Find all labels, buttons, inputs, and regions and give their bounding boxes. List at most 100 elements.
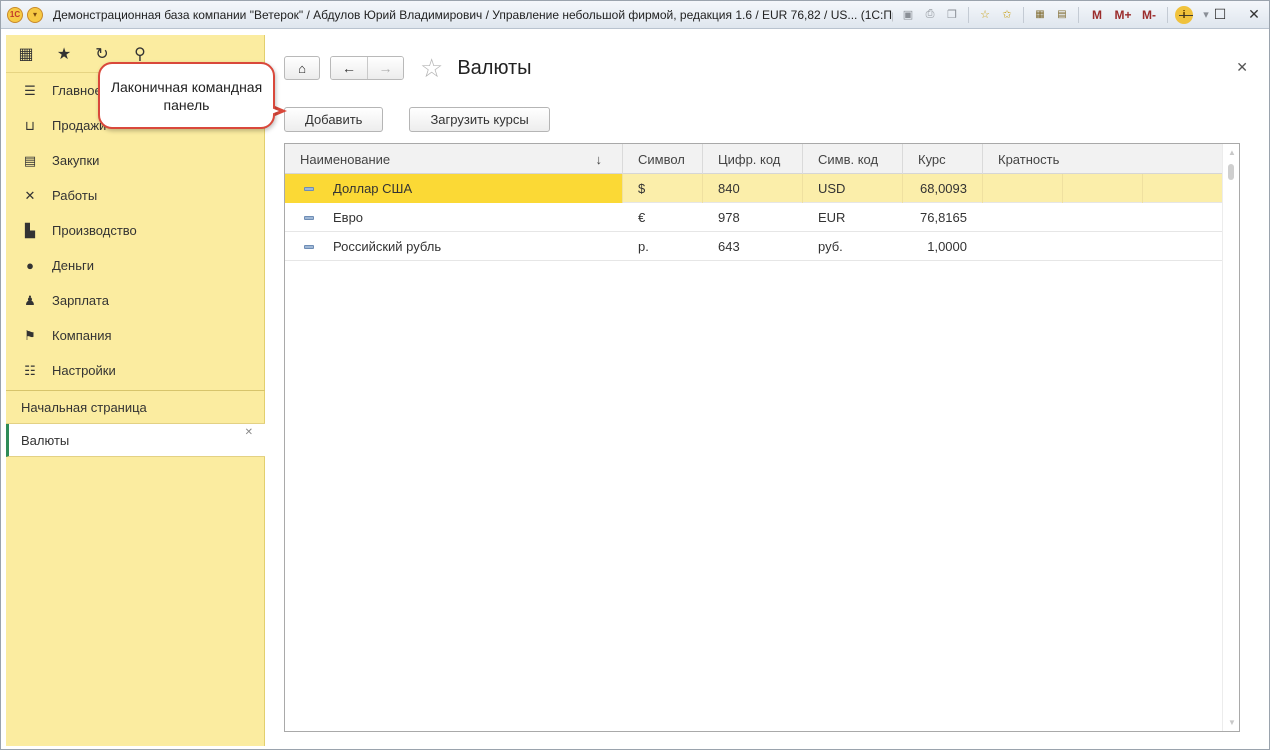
favorites-icon[interactable]: ✩ xyxy=(998,6,1016,24)
calculator-icon[interactable]: ▦ xyxy=(1031,6,1049,24)
close-icon[interactable]: ✕ xyxy=(245,427,253,438)
app-logo-icon[interactable]: 1C xyxy=(7,6,23,23)
scroll-down-icon[interactable]: ▼ xyxy=(1228,718,1236,727)
scroll-thumb[interactable] xyxy=(1228,164,1234,180)
table-cell-char-code: руб. xyxy=(818,239,843,254)
home-icon: ⌂ xyxy=(298,60,306,76)
table-cell-empty xyxy=(1143,174,1223,203)
table-row[interactable]: Евро € 978 EUR 76,8165 xyxy=(285,203,1223,232)
table-cell-multiplicity xyxy=(983,203,1223,232)
column-header-char-code[interactable]: Симв. код xyxy=(803,144,903,174)
favorite-star-icon[interactable]: ☆ xyxy=(420,55,443,81)
table-cell-empty xyxy=(1063,174,1143,203)
table-cell-multiplicity xyxy=(983,174,1063,203)
column-header-label: Симв. код xyxy=(818,151,879,167)
open-page-label: Начальная страница xyxy=(21,399,147,415)
app-window: 1C ▾ Демонстрационная база компании "Вет… xyxy=(0,0,1270,750)
column-header-label: Наименование xyxy=(300,151,391,167)
minimize-button[interactable]: — xyxy=(1177,5,1195,23)
memory-add-button[interactable]: M+ xyxy=(1112,6,1134,24)
table-cell-char-code: USD xyxy=(803,174,903,203)
scroll-up-icon[interactable]: ▲ xyxy=(1228,148,1236,157)
load-rates-button[interactable]: Загрузить курсы xyxy=(409,107,550,132)
preview-icon[interactable]: ❐ xyxy=(943,6,961,24)
calendar-icon[interactable]: ▤ xyxy=(1053,6,1071,24)
main-panel: ⌂ ← → ☆ Валюты ✕ Добавить Загрузить курс… xyxy=(266,35,1266,746)
table-row[interactable]: Российский рубль р. 643 руб. 1,0000 xyxy=(285,232,1223,261)
sidebar-item-money[interactable]: ● Деньги xyxy=(6,248,264,283)
print-icon[interactable]: ⎙ xyxy=(921,6,939,24)
sidebar-item-production[interactable]: ▙ Производство xyxy=(6,213,264,248)
favorites-star-icon[interactable]: ★ xyxy=(54,44,74,64)
add-favorite-icon[interactable]: ☆ xyxy=(976,6,994,24)
add-button[interactable]: Добавить xyxy=(284,107,384,132)
sidebar-item-salary[interactable]: ♟ Зарплата xyxy=(6,283,264,318)
cell-text: Российский рубль xyxy=(333,239,442,254)
column-header-symbol[interactable]: Символ xyxy=(623,144,703,174)
close-window-button[interactable]: ✕ xyxy=(1245,5,1263,23)
table-cell-name: Доллар США xyxy=(285,174,623,203)
forward-button[interactable]: → xyxy=(367,57,403,79)
sidebar-item-label: Работы xyxy=(52,188,98,203)
toolbar-divider xyxy=(1078,6,1079,23)
apps-grid-icon[interactable]: ▦ xyxy=(16,44,36,64)
back-button[interactable]: ← xyxy=(331,57,367,79)
main-menu-icon[interactable]: ▾ xyxy=(27,6,43,23)
table-header: Наименование ↓ Символ Цифр. код Симв. ко… xyxy=(285,144,1223,174)
cell-text: Евро xyxy=(333,210,364,225)
home-button[interactable]: ⌂ xyxy=(284,56,320,80)
table-cell-numeric-code: 840 xyxy=(703,174,803,203)
sidebar-item-company[interactable]: ⚑ Компания xyxy=(6,318,264,353)
table-cell-name: Российский рубль xyxy=(285,232,623,261)
toolbar-divider xyxy=(1167,6,1168,23)
table-cell-name: Евро xyxy=(285,203,623,232)
table-row[interactable]: Доллар США $ 840 USD 68,0093 xyxy=(285,174,1223,203)
column-header-name[interactable]: Наименование ↓ xyxy=(285,144,623,174)
basket-icon: ⊔ xyxy=(24,117,36,133)
title-toolbar: ▣ ⎙ ❐ ☆ ✩ ▦ ▤ M M+ M- i ▾ xyxy=(899,5,1215,24)
maximize-button[interactable]: ☐ xyxy=(1211,5,1229,23)
table-cell-char-code: EUR xyxy=(818,210,846,225)
sidebar-item-purchases[interactable]: ▤ Закупки xyxy=(6,143,264,178)
open-page-home[interactable]: Начальная страница xyxy=(6,391,265,424)
title-bar: 1C ▾ Демонстрационная база компании "Вет… xyxy=(1,1,1269,29)
people-icon: ♟ xyxy=(24,292,36,308)
save-icon[interactable]: ▣ xyxy=(899,6,917,24)
command-bar: Добавить Загрузить курсы xyxy=(284,107,550,132)
sidebar-item-settings[interactable]: ☷ Настройки xyxy=(6,353,264,388)
table-cell-numeric-code: 978 xyxy=(718,210,740,225)
arrow-left-icon: ← xyxy=(342,60,356,76)
column-header-rate[interactable]: Курс xyxy=(903,144,983,174)
menu-icon: ☰ xyxy=(24,82,36,98)
flag-icon: ⚑ xyxy=(24,327,36,343)
history-icon[interactable]: ↻ xyxy=(92,44,112,64)
table-cell-symbol: € xyxy=(638,210,646,225)
open-page-currencies[interactable]: Валюты ✕ xyxy=(6,424,265,457)
search-icon[interactable]: ⚲ xyxy=(130,44,150,64)
callout-pointer-fill xyxy=(261,104,279,118)
toolbar-divider xyxy=(968,6,969,23)
settings-icon: ☷ xyxy=(24,362,36,378)
toolbar-divider xyxy=(1023,6,1024,23)
sidebar-item-label: Закупки xyxy=(52,153,100,168)
sidebar-item-works[interactable]: ✕ Работы xyxy=(6,178,264,213)
open-pages-list: Начальная страница Валюты ✕ xyxy=(6,390,265,457)
sidebar-item-label: Деньги xyxy=(52,258,94,273)
memory-subtract-button[interactable]: M- xyxy=(1138,6,1160,24)
history-nav: ← → xyxy=(330,56,404,80)
open-page-label: Валюты xyxy=(21,432,70,448)
page-title: Валюты xyxy=(457,56,532,79)
column-header-numeric-code[interactable]: Цифр. код xyxy=(703,144,803,174)
vertical-scrollbar[interactable]: ▲ ▼ xyxy=(1222,144,1239,731)
memory-button[interactable]: M xyxy=(1086,6,1108,24)
table-cell-rate: 1,0000 xyxy=(927,239,967,254)
table-cell-symbol: р. xyxy=(638,239,649,254)
sidebar-item-label: Компания xyxy=(52,328,112,343)
callout-annotation: Лаконичная командная панель xyxy=(98,62,275,129)
table-cell-rate: 68,0093 xyxy=(903,174,983,203)
close-form-button[interactable]: ✕ xyxy=(1236,59,1248,76)
column-header-multiplicity[interactable]: Кратность xyxy=(983,144,1223,174)
arrow-right-icon: → xyxy=(378,60,393,76)
sidebar-item-label: Главное xyxy=(52,83,102,98)
sort-arrow-down-icon: ↓ xyxy=(595,151,603,167)
